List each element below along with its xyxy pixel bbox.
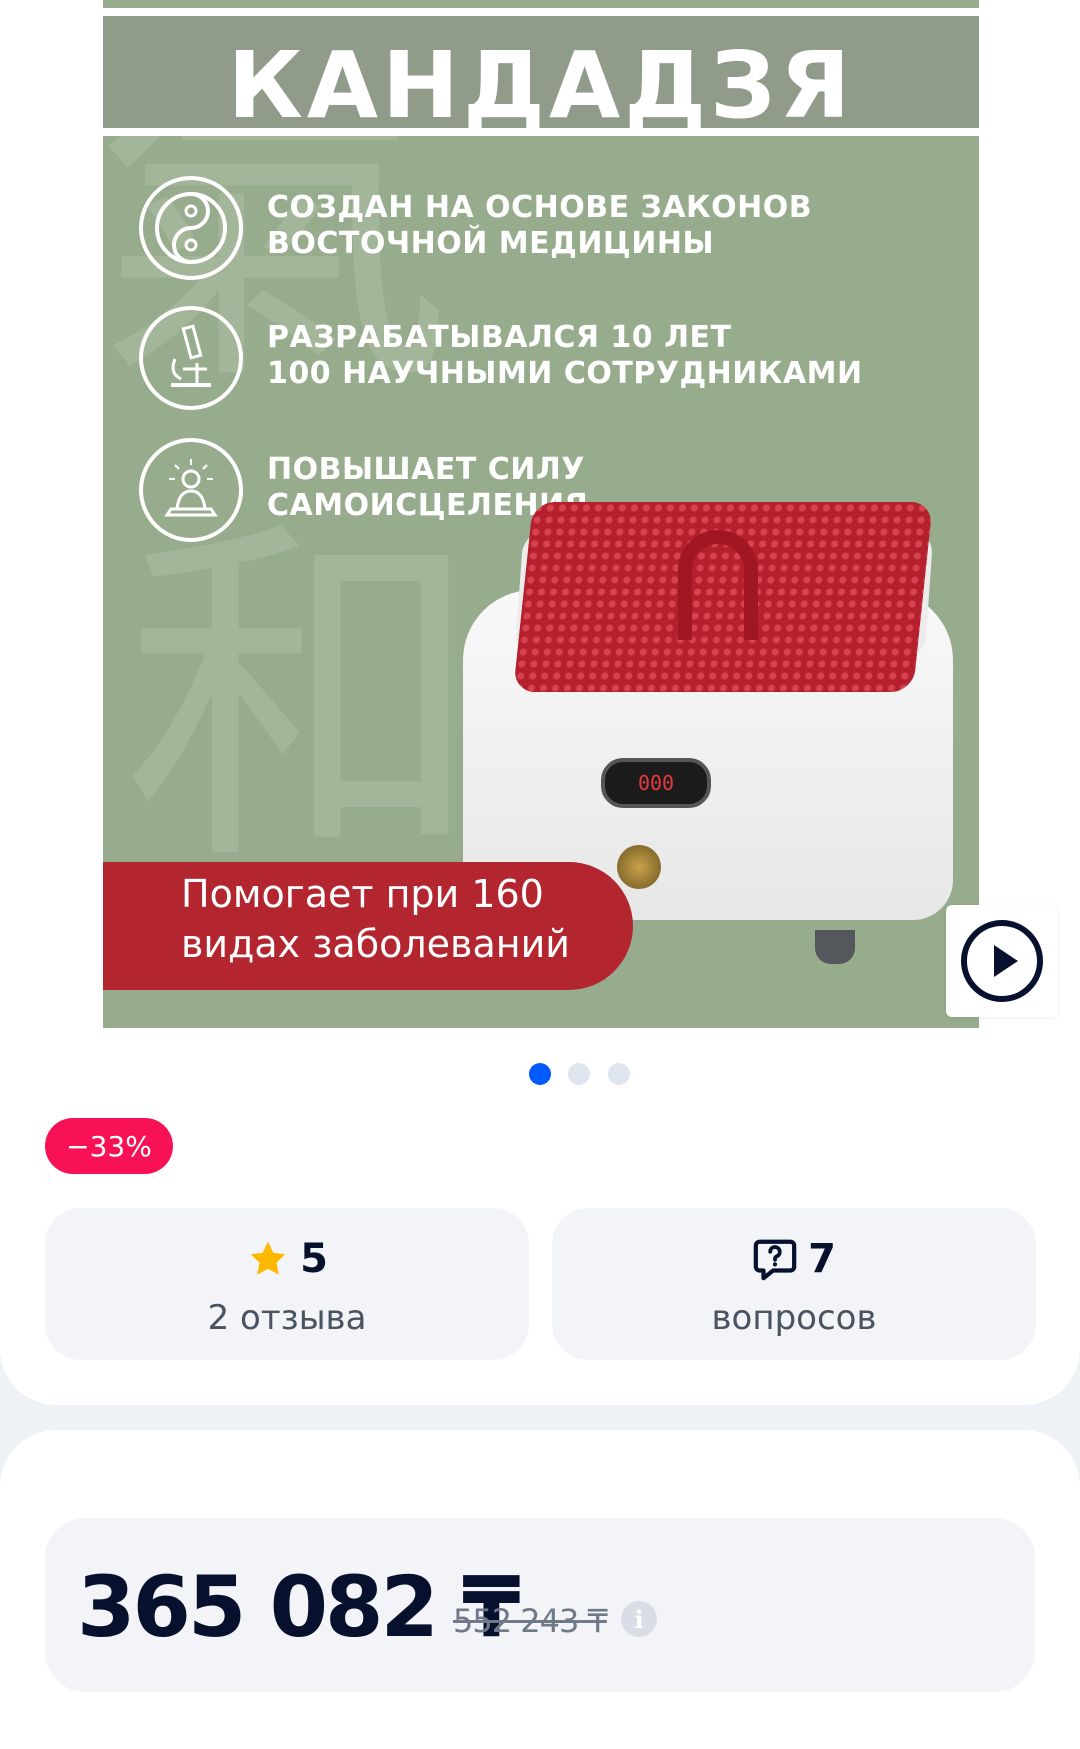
info-icon[interactable]: i bbox=[621, 1601, 657, 1637]
questions-value: 7 bbox=[808, 1236, 836, 1282]
title-band: КАНДАДЗЯ bbox=[103, 8, 979, 139]
mat-handle bbox=[678, 530, 758, 640]
feature-text: РАЗРАБАТЫВАЛСЯ 10 ЛЕТ 100 НАУЧНЫМИ СОТРУ… bbox=[267, 320, 863, 391]
star-icon bbox=[250, 1241, 286, 1275]
reviews-count: 2 отзыва bbox=[207, 1298, 367, 1338]
current-price: 365 082 ₸ bbox=[77, 1558, 521, 1656]
play-video-button[interactable] bbox=[946, 905, 1058, 1017]
product-card: 氣 和 КАНДАДЗЯ СОЗДАН НА ОСНОВЕ ЗАКОНОВ ВО… bbox=[0, 0, 1080, 1405]
questions-label: вопросов bbox=[711, 1298, 877, 1338]
yin-yang-icon bbox=[139, 176, 243, 280]
feature-1: СОЗДАН НА ОСНОВЕ ЗАКОНОВ ВОСТОЧНОЙ МЕДИЦ… bbox=[139, 176, 979, 280]
old-price: 552 243 ₸ bbox=[453, 1602, 608, 1640]
carousel-dot[interactable] bbox=[529, 1063, 551, 1085]
device-knob bbox=[617, 845, 661, 889]
device-display: 000 bbox=[601, 758, 711, 808]
feature-text: СОЗДАН НА ОСНОВЕ ЗАКОНОВ ВОСТОЧНОЙ МЕДИЦ… bbox=[267, 190, 813, 261]
feature-2: РАЗРАБАТЫВАЛСЯ 10 ЛЕТ 100 НАУЧНЫМИ СОТРУ… bbox=[139, 306, 979, 410]
rating-value: 5 bbox=[300, 1236, 328, 1282]
discount-badge: −33% bbox=[45, 1118, 173, 1174]
device-leg bbox=[815, 930, 855, 964]
question-bubble-icon bbox=[753, 1239, 797, 1281]
hieroglyph-decoration: 和 bbox=[123, 490, 483, 909]
carousel-dot[interactable] bbox=[608, 1063, 630, 1085]
play-icon bbox=[961, 920, 1043, 1002]
price-card: 365 082 ₸ 552 243 ₸ i bbox=[45, 1518, 1035, 1692]
meditation-icon bbox=[139, 438, 243, 542]
questions-card[interactable]: 7 вопросов bbox=[552, 1208, 1036, 1360]
promo-banner: Помогает при 160 видах заболеваний bbox=[103, 862, 633, 990]
product-brand-title: КАНДАДЗЯ bbox=[227, 32, 855, 139]
microscope-icon bbox=[139, 306, 243, 410]
product-image[interactable]: 氣 和 КАНДАДЗЯ СОЗДАН НА ОСНОВЕ ЗАКОНОВ ВО… bbox=[103, 0, 979, 1028]
promo-line-1: Помогает при 160 bbox=[181, 872, 544, 916]
promo-line-2: видах заболеваний bbox=[181, 922, 570, 966]
carousel-dots bbox=[0, 1063, 1080, 1085]
rating-card[interactable]: 5 2 отзыва bbox=[45, 1208, 529, 1360]
carousel-dot[interactable] bbox=[568, 1063, 590, 1085]
